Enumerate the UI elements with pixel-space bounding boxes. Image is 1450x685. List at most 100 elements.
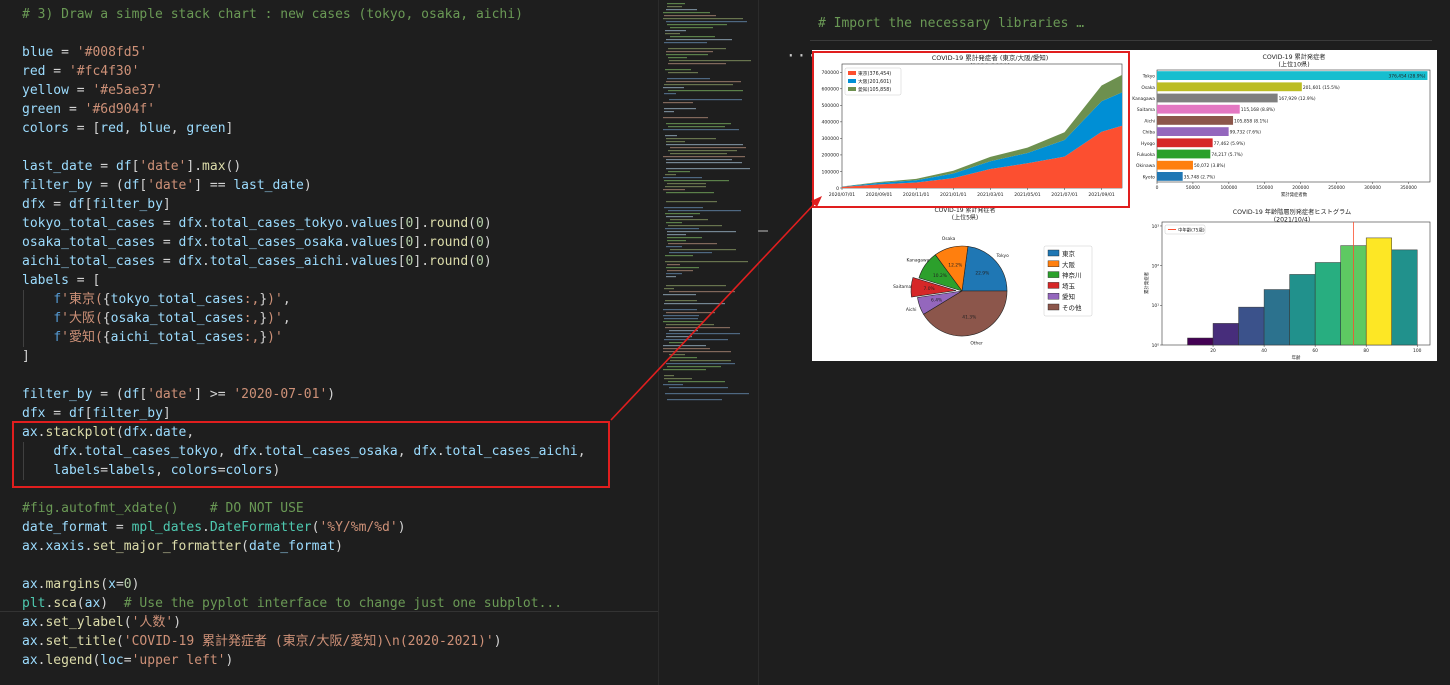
minimap-line	[664, 303, 725, 305]
code-line[interactable]: blue = '#008fd5'	[22, 43, 147, 62]
code-token: (	[468, 235, 476, 250]
code-token: 0	[123, 577, 132, 592]
legend-label: 愛知	[1062, 292, 1075, 301]
minimap-line	[667, 24, 727, 26]
minimap-line	[669, 354, 685, 356]
code-token: total_cases_tokyo	[209, 216, 343, 231]
code-line[interactable]: #fig.autofmt_xdate() # DO NOT USE	[22, 499, 304, 518]
code-line[interactable]: ax.set_ylabel('人数')	[22, 613, 181, 632]
code-token: #fig.autofmt_xdate() # DO NOT USE	[22, 501, 304, 516]
stackplot-figure-highlight	[812, 51, 1130, 208]
x-axis-label: 累計発症者数	[1281, 191, 1308, 198]
minimap-line	[668, 126, 725, 128]
code-token: '#6d904f'	[84, 102, 156, 117]
minimap-line	[668, 243, 717, 245]
minimap-line	[664, 378, 692, 380]
minimap-line	[664, 84, 733, 86]
code-token: ]	[162, 406, 171, 421]
minimap-line	[667, 237, 702, 239]
x-tick-label: 50000	[1186, 185, 1200, 191]
code-line[interactable]: tokyo_total_cases = dfx.total_cases_toky…	[22, 214, 492, 233]
code-token: .	[202, 254, 210, 269]
code-line[interactable]: red = '#fc4f30'	[22, 62, 139, 81]
code-line[interactable]: f'東京({tokyo_total_cases:,})',	[22, 290, 291, 309]
code-line[interactable]: f'大阪({osaka_total_cases:,})',	[22, 309, 291, 328]
bar	[1157, 127, 1229, 136]
minimap-line	[668, 72, 698, 74]
code-editor[interactable]: # 3) Draw a simple stack chart : new cas…	[0, 0, 658, 685]
pie-category-label: Osaka	[942, 236, 956, 242]
scrollbar[interactable]	[758, 0, 769, 685]
scrollbar-thumb[interactable]	[758, 230, 768, 232]
code-line[interactable]: ax.legend(loc='upper left')	[22, 651, 233, 670]
code-token: round	[429, 235, 469, 250]
code-token: ,	[170, 121, 187, 136]
code-line[interactable]: ax.margins(x=0)	[22, 575, 139, 594]
minimap-line	[670, 147, 746, 149]
code-line[interactable]: ax.set_title('COVID-19 累計発症者 (東京/大阪/愛知)\…	[22, 632, 502, 651]
code-token: max	[202, 159, 226, 174]
code-token: [	[397, 216, 406, 231]
code-line[interactable]: filter_by = (df['date'] == last_date)	[22, 176, 312, 195]
code-token: dfx	[22, 197, 46, 212]
code-token: 'COVID-19 累計発症者 (東京/大阪/愛知)\n(2020-2021)'	[123, 634, 494, 649]
code-token: xaxis	[45, 539, 85, 554]
pie-category-label: Kanagawa	[907, 257, 930, 263]
code-token: df	[115, 159, 132, 174]
code-token: )'	[267, 330, 283, 345]
code-line[interactable]: filter_by = (df['date'] >= '2020-07-01')	[22, 385, 335, 404]
code-line[interactable]: ax.xaxis.set_major_formatter(date_format…	[22, 537, 343, 556]
minimap-line	[666, 336, 692, 338]
code-token: =	[155, 254, 179, 269]
code-line[interactable]: yellow = '#e5ae37'	[22, 81, 163, 100]
code-token: date_format	[249, 539, 336, 554]
y-tick-label: 10⁰	[1152, 343, 1160, 349]
y-tick-label: 10²	[1152, 263, 1160, 269]
code-token: '%Y/%m/%d'	[319, 520, 398, 535]
code-token: x	[108, 577, 116, 592]
code-token: )	[327, 387, 336, 402]
code-line[interactable]: dfx = df[filter_by]	[22, 195, 171, 214]
bar	[1157, 93, 1278, 103]
code-line[interactable]: osaka_total_cases = dfx.total_cases_osak…	[22, 233, 492, 252]
code-line[interactable]: labels = [	[22, 271, 100, 290]
code-line[interactable]: last_date = df['date'].max()	[22, 157, 241, 176]
code-token: f	[53, 330, 62, 345]
code-line[interactable]: green = '#6d904f'	[22, 100, 155, 119]
code-token: =	[61, 102, 85, 117]
code-line[interactable]: date_format = mpl_dates.DateFormatter('%…	[22, 518, 406, 537]
code-token: round	[429, 216, 469, 231]
code-line[interactable]: f'愛知({aichi_total_cases:,})'	[22, 328, 283, 347]
x-tick-label: 150000	[1256, 185, 1273, 191]
code-line[interactable]: colors = [red, blue, green]	[22, 119, 233, 138]
code-line[interactable]: # 3) Draw a simple stack chart : new cas…	[22, 5, 523, 24]
minimap[interactable]	[658, 0, 759, 685]
minimap-line	[665, 300, 697, 302]
code-token: '#fc4f30'	[68, 64, 140, 79]
code-token: last_date	[233, 178, 304, 193]
minimap-line	[666, 216, 693, 218]
code-token: (	[100, 577, 109, 592]
minimap-line	[668, 150, 737, 152]
code-token: ].	[413, 254, 430, 269]
pie-category-label: Saitama	[893, 284, 911, 290]
code-token: ].	[413, 235, 430, 250]
minimap-line	[666, 201, 717, 203]
x-tick-label: 40	[1261, 348, 1267, 354]
bar-category-label: Fukuoka	[1137, 152, 1155, 158]
minimap-line	[663, 102, 693, 104]
code-token: aichi_total_cases	[22, 254, 156, 269]
code-token: ,	[282, 292, 291, 307]
minimap-line	[663, 117, 708, 119]
code-line[interactable]: aichi_total_cases = dfx.total_cases_aich…	[22, 252, 492, 271]
minimap-line	[668, 225, 722, 227]
code-token: (	[76, 596, 85, 611]
minimap-line	[663, 369, 706, 371]
minimap-line	[669, 60, 751, 62]
import-cell-comment[interactable]: # Import the necessary libraries …	[818, 16, 1084, 31]
code-token: ,	[282, 311, 291, 326]
code-token: '愛知(	[61, 330, 103, 345]
code-line[interactable]: ]	[22, 347, 30, 366]
code-token: (	[468, 254, 476, 269]
